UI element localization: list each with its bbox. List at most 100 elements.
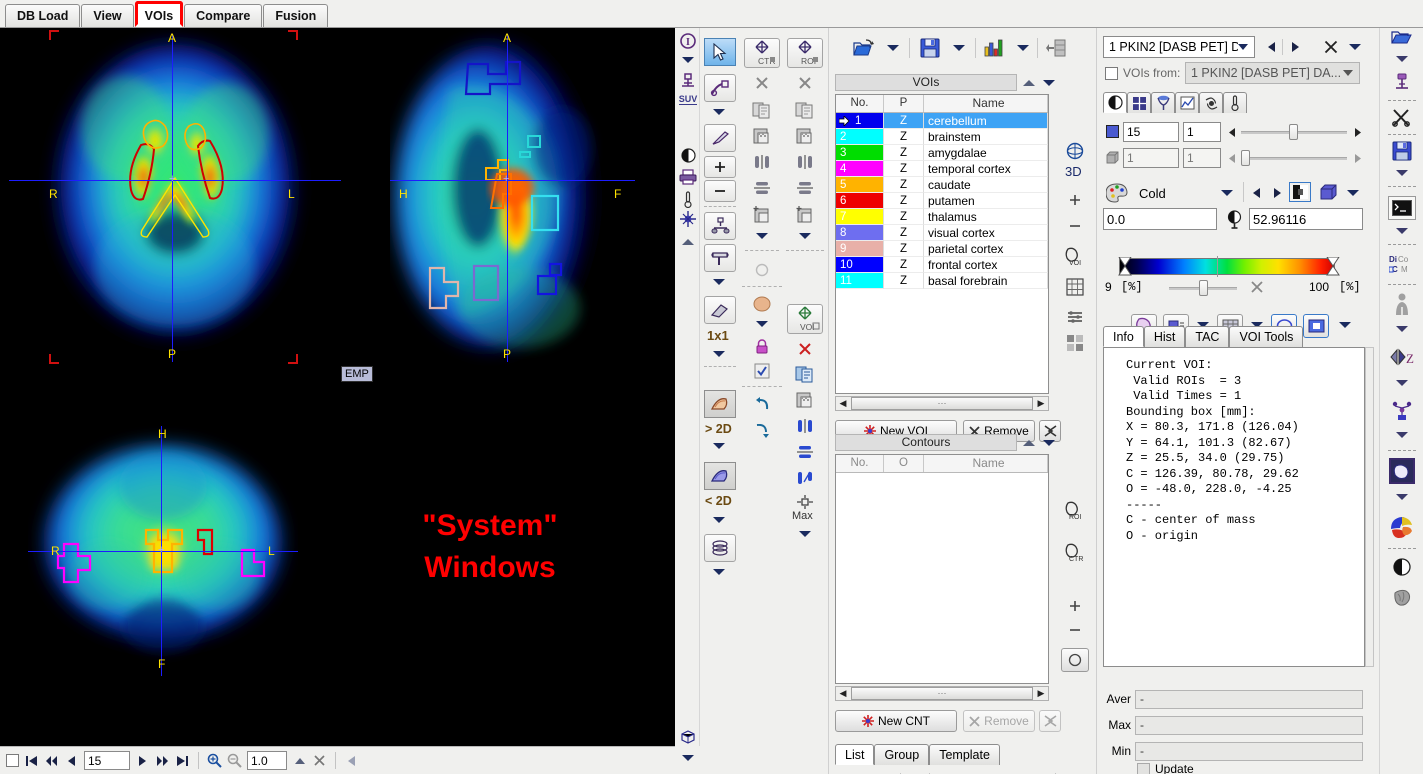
max-value-input[interactable] (1249, 208, 1363, 230)
vois-scroll-left-icon[interactable]: ◀ (836, 397, 850, 410)
vois-scroll-right-icon[interactable]: ▶ (1034, 397, 1048, 410)
roi-dropdown-icon[interactable] (797, 230, 813, 242)
lt-2d-tool-button[interactable] (704, 462, 736, 490)
print-icon[interactable] (678, 168, 698, 186)
roi-mirror-icon[interactable] (795, 152, 815, 172)
percent-reset-icon[interactable] (1249, 279, 1265, 295)
voi-row-temporal-cortex[interactable]: 4 Ztemporal cortex (836, 161, 1048, 177)
frame-slider-knob[interactable] (1241, 150, 1250, 166)
tab-compare[interactable]: Compare (184, 4, 263, 27)
voi-row-thalamus[interactable]: 7 Zthalamus (836, 209, 1048, 225)
contours-table-hscrollbar[interactable]: ◀ ⋯ ▶ (835, 686, 1049, 701)
open-file-icon[interactable] (851, 36, 877, 60)
tab-vois[interactable]: VOIs (134, 1, 184, 27)
axial-image-pane[interactable]: + A P R L (5, 28, 345, 368)
sagittal-image-pane[interactable]: + A P H F (390, 28, 635, 368)
tab-db-load[interactable]: DB Load (5, 4, 81, 27)
voi-tools-dropdown-icon[interactable] (797, 528, 813, 540)
prev-fast-icon[interactable] (44, 752, 59, 770)
voi-mask-button[interactable] (1303, 314, 1329, 338)
console-dropdown-icon[interactable] (1394, 224, 1410, 238)
save-icon[interactable] (1390, 140, 1414, 162)
ctr-paste-icon[interactable] (751, 126, 773, 146)
voi-row-brainstem[interactable]: 2 Zbrainstem (836, 129, 1048, 145)
image-viewport[interactable]: + A P R L + A P H F + H F R L EMP "Syste… (0, 28, 675, 746)
info-dropdown-icon[interactable] (681, 54, 695, 66)
palette-3d-icon[interactable] (1317, 182, 1339, 202)
voi-list-icon[interactable]: VOI (1063, 244, 1087, 268)
add-contour-icon[interactable] (1063, 596, 1087, 616)
segmentation-icon[interactable] (1388, 458, 1415, 484)
gt-2d-tool-button[interactable] (704, 390, 736, 418)
pointer-tool-button[interactable] (704, 38, 736, 66)
palette-prev-icon[interactable] (1248, 184, 1264, 202)
roi-paste-new-icon[interactable] (794, 204, 816, 224)
save-file-icon[interactable] (917, 36, 943, 60)
series-close-icon[interactable] (1322, 38, 1340, 56)
voi-delete-icon[interactable] (796, 340, 814, 358)
ctr-delete-icon[interactable] (753, 74, 771, 92)
circle-contour-button[interactable] (1061, 648, 1089, 672)
undo-icon[interactable] (752, 394, 772, 414)
max-marker-icon[interactable] (796, 494, 814, 510)
skin-color-swatch-icon[interactable] (752, 294, 772, 314)
frame-slider-right-icon[interactable] (1351, 150, 1365, 166)
voi-paste-icon[interactable] (794, 390, 816, 410)
tab-info[interactable]: Info (1103, 326, 1144, 347)
voi-split-icon[interactable] (795, 468, 815, 488)
ctr-align-icon[interactable] (752, 178, 772, 198)
threshold-icon[interactable] (1223, 208, 1245, 230)
thermometer-icon[interactable] (681, 190, 695, 208)
frame-number-input[interactable] (1123, 148, 1179, 168)
hammer-tool-button[interactable] (704, 244, 736, 272)
roi-delete-icon[interactable] (796, 74, 814, 92)
fusion-palette-icon[interactable] (1388, 514, 1416, 540)
contours-scroll-right-icon[interactable]: ▶ (1034, 687, 1048, 700)
last-slice-icon[interactable] (175, 752, 190, 770)
tab-voi-tools[interactable]: VOI Tools (1229, 326, 1304, 347)
tab-layout[interactable] (1127, 92, 1151, 113)
viewport-collapse-icon[interactable] (681, 752, 695, 764)
vois-collapse-up-icon[interactable] (1021, 76, 1037, 90)
threed-view-icon[interactable] (679, 728, 697, 746)
ctr-mirror-icon[interactable] (752, 152, 772, 172)
series-next-icon[interactable] (1287, 38, 1303, 56)
segmentation-dropdown-icon[interactable] (1394, 490, 1410, 504)
zoom-close-icon[interactable] (312, 752, 327, 770)
palette-invert-button[interactable] (1289, 182, 1311, 202)
slice-slider-knob[interactable] (1289, 124, 1298, 140)
vois-expand-down-icon[interactable] (1041, 76, 1057, 90)
zoom-plus-icon[interactable] (1063, 190, 1087, 210)
layers-icon[interactable] (1063, 306, 1087, 328)
tab-profile[interactable] (1175, 92, 1199, 113)
voi-row-amygdalae[interactable]: 3 Zamygdalae (836, 145, 1048, 161)
voi-align-icon[interactable] (795, 442, 815, 462)
load-dropdown-icon[interactable] (1394, 52, 1410, 66)
magic-wand-tool-button[interactable] (704, 74, 736, 102)
checkmark-toggle-icon[interactable] (753, 362, 771, 380)
tab-filter[interactable] (1151, 92, 1175, 113)
tab-group[interactable]: Group (874, 744, 930, 765)
matrix-icon[interactable] (1063, 332, 1087, 354)
lock-icon[interactable] (754, 338, 770, 356)
frame-slider-left-icon[interactable] (1225, 150, 1239, 166)
playbar-collapse-icon[interactable] (344, 752, 359, 770)
tool-dropdown-4-icon[interactable] (711, 440, 727, 452)
playbar-checkbox[interactable] (6, 754, 19, 767)
palette-next-icon[interactable] (1269, 184, 1285, 202)
voi-row-frontal-cortex[interactable]: 10 Zfrontal cortex (836, 257, 1048, 273)
ctr-move-button[interactable]: CTR (744, 38, 780, 68)
roi-duplicate-icon[interactable]: ROI (1063, 498, 1087, 522)
redo-icon[interactable] (752, 422, 772, 442)
body-dropdown-icon[interactable] (1394, 322, 1410, 336)
voi-row-cerebellum[interactable]: 1 Zcerebellum (836, 113, 1048, 129)
voi-copy-icon[interactable] (794, 364, 816, 384)
tool-dropdown-2-icon[interactable] (711, 276, 727, 288)
percent-slider-knob[interactable] (1199, 280, 1208, 296)
plus-tool-button[interactable] (704, 156, 736, 178)
tool-dropdown-3-icon[interactable] (711, 348, 727, 360)
roi-move-button[interactable]: ROI (787, 38, 823, 68)
tab-template[interactable]: Template (929, 744, 1000, 765)
vois-from-checkbox[interactable] (1105, 67, 1118, 80)
grid-toggle-icon[interactable] (1063, 276, 1087, 298)
